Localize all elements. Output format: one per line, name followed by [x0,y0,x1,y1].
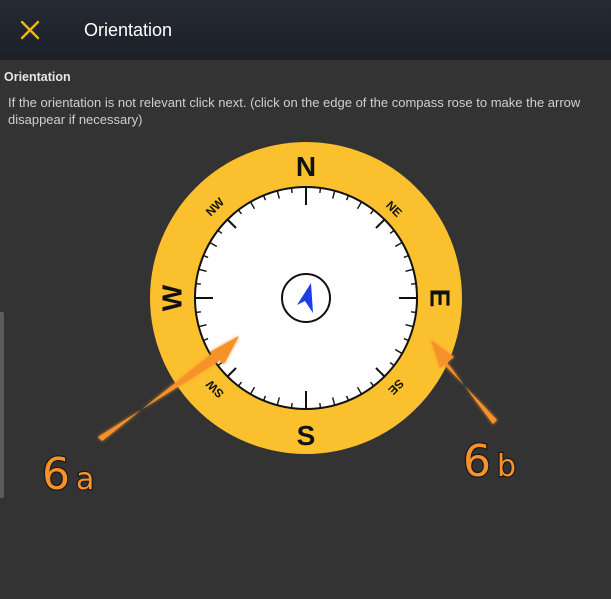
orientation-screen: Orientation Orientation If the orientati… [0,0,611,599]
callout-b-letter: b [497,449,516,484]
compass-tick [319,402,322,409]
compass-rose[interactable]: N S E W NW NE SW SE [150,142,462,454]
callout-6b: 6 b [462,435,518,489]
cardinal-s-label: S [297,420,316,451]
cardinal-e-label: E [425,289,456,308]
navigation-arrow-icon[interactable] [281,273,331,323]
annotation-arrow-b [431,340,497,424]
cardinal-w-label: W [157,284,188,311]
callout-a-number: 6 [42,449,70,500]
compass-tick [410,282,417,285]
callout-a-letter: a [76,462,94,497]
callout-b-number: 6 [463,436,491,487]
compass-tick [195,282,202,285]
compass-tick [195,311,202,314]
compass-tick [410,311,417,314]
callout-6a: 6 a [41,448,96,502]
compass-tick [290,402,293,409]
compass-tick [290,187,293,194]
compass-overlay: N S E W NW NE SW SE 6 a 6 b [41,142,518,502]
compass-tick [319,187,322,194]
cardinal-n-label: N [296,151,316,182]
